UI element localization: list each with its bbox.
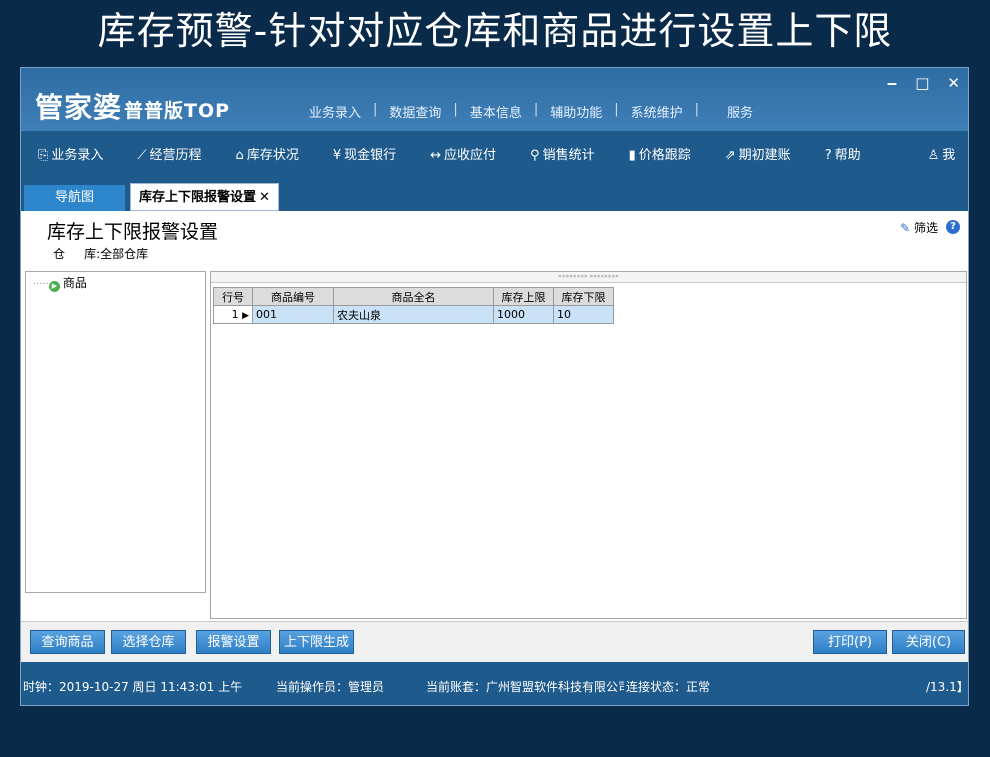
warehouse-value: 全部仓库 <box>100 247 149 261</box>
bar-chart-icon: ▮ <box>628 147 636 163</box>
filter-icon: ✎ <box>900 221 911 235</box>
alarm-settings-button[interactable]: 报警设置 <box>196 630 271 654</box>
toolbar-inventory-status[interactable]: ⌂ 库存状况 <box>236 144 299 163</box>
toolbar-help[interactable]: ? 帮助 <box>825 144 861 163</box>
logo-main: 管家婆 <box>35 91 123 124</box>
app-window: 管家婆 普普版TOP 业务录入 | 数据查询 | 基本信息 | 辅助功能 | 系统维护 | … <box>20 67 969 706</box>
page-title: 库存上下限报警设置 <box>47 221 219 243</box>
toolbar-me[interactable]: ♙ 我 <box>928 144 956 163</box>
menu-item-data-query[interactable]: 数据查询 <box>379 102 451 121</box>
print-button[interactable]: 打印(P) <box>813 630 887 654</box>
splitter-handle[interactable]: »»»»»»»» »»»»»»»» <box>211 272 966 283</box>
tab-navigation[interactable]: 导航图 <box>24 185 125 211</box>
toolbar-business-entry[interactable]: ⎘ 业务录入 <box>38 144 103 163</box>
tree-node-products[interactable]: ····· ▶ 商品 <box>33 274 87 292</box>
play-icon: ▶ <box>48 281 60 292</box>
row-number-cell: 1 ▶ <box>213 305 253 324</box>
tree-node-label: 商品 <box>62 276 87 290</box>
col-header-code[interactable]: 商品编号 <box>252 287 334 306</box>
toolbar-operation-history[interactable]: ⟋ 经营历程 <box>137 144 201 163</box>
app-logo: 管家婆 普普版TOP <box>35 86 230 126</box>
menu-item-aux-functions[interactable]: 辅助功能 <box>540 102 612 121</box>
help-icon: ? <box>824 147 832 163</box>
main-content: 库存上下限报警设置 仓 库:全部仓库 ✎ 筛选 ? ····· ▶ 商品 »»»»»… <box>21 211 968 661</box>
select-warehouse-button[interactable]: 选择仓库 <box>111 630 186 654</box>
page-banner: 库存预警-针对对应仓库和商品进行设置上下限 <box>97 9 893 53</box>
status-operator: 当前操作员：管理员 <box>276 680 385 694</box>
col-header-upper[interactable]: 库存上限 <box>493 287 554 306</box>
minimize-icon[interactable]: ‒ <box>887 74 897 92</box>
toolbar-price-tracking[interactable]: ▮ 价格跟踪 <box>629 144 691 163</box>
exchange-icon: ↔ <box>430 147 442 163</box>
top-menu: 业务录入 | 数据查询 | 基本信息 | 辅助功能 | 系统维护 | 服务 <box>299 102 763 121</box>
status-connection: 连接状态：正常 <box>626 680 711 694</box>
menu-item-service[interactable]: 服务 <box>717 102 763 121</box>
generate-limits-button[interactable]: 上下限生成 <box>279 630 354 654</box>
filter-label: 筛选 <box>913 221 938 235</box>
window-controls: ‒ □ ✕ <box>887 74 960 92</box>
tab-strip: 导航图 库存上下限报警设置 ✕ <box>21 175 968 211</box>
name-cell[interactable]: 农夫山泉 <box>333 305 494 324</box>
home-icon: ⌂ <box>235 147 244 163</box>
status-clock: 时钟：2019-10-27 周日 11:43:01 上午 <box>23 680 243 694</box>
col-header-lower[interactable]: 库存下限 <box>553 287 614 306</box>
main-toolbar: ⎘ 业务录入 ⟋ 经营历程 ⌂ 库存状况 ¥ 现金银行 ↔ 应收应付 ⚲ 销售统计 ▮ 价格跟… <box>21 131 968 175</box>
toolbar-receivable-payable[interactable]: ↔ 应收应付 <box>430 144 496 163</box>
yen-icon: ¥ <box>332 147 342 163</box>
close-button[interactable]: 关闭(C) <box>892 630 965 654</box>
search-icon: ⚲ <box>530 147 540 163</box>
toolbar-cash-bank[interactable]: ¥ 现金银行 <box>333 144 396 163</box>
col-header-name[interactable]: 商品全名 <box>333 287 494 306</box>
help-circle-icon[interactable]: ? <box>946 220 960 234</box>
title-bar: 管家婆 普普版TOP 业务录入 | 数据查询 | 基本信息 | 辅助功能 | 系统维护 | … <box>21 68 968 131</box>
stock-limit-table: 行号 商品编号 商品全名 库存上限 库存下限 1 ▶ 001 农夫山泉 1000… <box>213 287 614 324</box>
code-cell[interactable]: 001 <box>252 305 334 324</box>
status-version: /13.1】 <box>926 680 969 694</box>
warehouse-info: 仓 库:全部仓库 <box>53 245 148 262</box>
product-tree: ····· ▶ 商品 <box>25 271 206 593</box>
toolbar-sales-stats[interactable]: ⚲ 销售统计 <box>530 144 595 163</box>
upper-cell[interactable]: 1000 <box>493 305 554 324</box>
toolbar-opening-account[interactable]: ⇗ 期初建账 <box>725 144 791 163</box>
button-bar: 查询商品 选择仓库 报警设置 上下限生成 打印(P) 关闭(C) <box>21 621 968 662</box>
col-header-row[interactable]: 行号 <box>213 287 253 306</box>
tab-stock-alert-settings[interactable]: 库存上下限报警设置 ✕ <box>130 183 279 211</box>
logo-sub: 普普版TOP <box>124 100 231 122</box>
import-icon: ⎘ <box>38 147 49 163</box>
query-products-button[interactable]: 查询商品 <box>30 630 105 654</box>
close-icon[interactable]: ✕ <box>947 74 960 92</box>
warehouse-label: 仓 库: <box>53 247 101 261</box>
external-icon: ⇗ <box>724 147 736 163</box>
user-icon: ♙ <box>927 147 940 163</box>
lower-cell[interactable]: 10 <box>553 305 614 324</box>
menu-item-business-entry[interactable]: 业务录入 <box>299 102 371 121</box>
filter-button[interactable]: ✎ 筛选 <box>900 219 938 236</box>
tab-label: 库存上下限报警设置 <box>139 190 257 205</box>
grid-pane: »»»»»»»» »»»»»»»» 行号 商品编号 商品全名 库存上限 库存下限… <box>210 271 967 619</box>
chart-icon: ⟋ <box>137 147 147 163</box>
maximize-icon[interactable]: □ <box>915 74 929 92</box>
tab-close-icon[interactable]: ✕ <box>259 190 270 205</box>
table-row[interactable]: 1 ▶ 001 农夫山泉 1000 10 <box>213 305 614 324</box>
row-pointer-icon: ▶ <box>242 311 249 321</box>
menu-item-system-maintenance[interactable]: 系统维护 <box>621 102 693 121</box>
menu-item-basic-info[interactable]: 基本信息 <box>460 102 532 121</box>
status-bar: 时钟：2019-10-27 周日 11:43:01 上午 当前操作员：管理员 当… <box>21 662 969 705</box>
status-account: 当前账套：广州智盟软件科技有限公司 <box>426 680 624 694</box>
